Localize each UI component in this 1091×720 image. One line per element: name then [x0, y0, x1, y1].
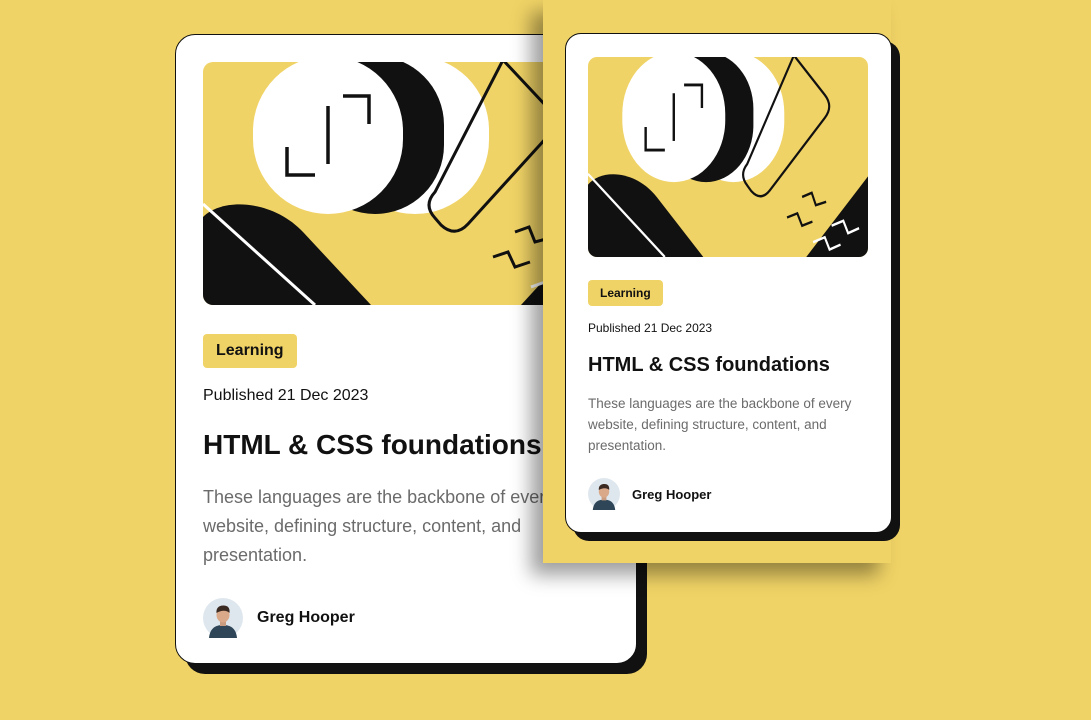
person-avatar-icon	[203, 598, 243, 638]
abstract-illustration-icon	[588, 57, 868, 257]
published-date: Published 21 Dec 2023	[588, 321, 713, 335]
category-tag[interactable]: Learning	[588, 280, 663, 306]
author-name: Greg Hooper	[632, 486, 712, 502]
person-avatar-icon	[588, 478, 620, 510]
published-date: Published 21 Dec 2023	[203, 387, 369, 404]
author-name: Greg Hooper	[257, 609, 355, 626]
card-description: These languages are the backbone of ever…	[588, 396, 852, 453]
category-tag[interactable]: Learning	[203, 334, 297, 368]
blog-preview-card-mobile: Learning Published 21 Dec 2023 HTML & CS…	[565, 33, 892, 533]
author: Greg Hooper	[203, 598, 355, 638]
author: Greg Hooper	[588, 478, 711, 510]
card-title[interactable]: HTML & CSS foundations	[203, 429, 542, 461]
card-title[interactable]: HTML & CSS foundations	[588, 354, 830, 377]
